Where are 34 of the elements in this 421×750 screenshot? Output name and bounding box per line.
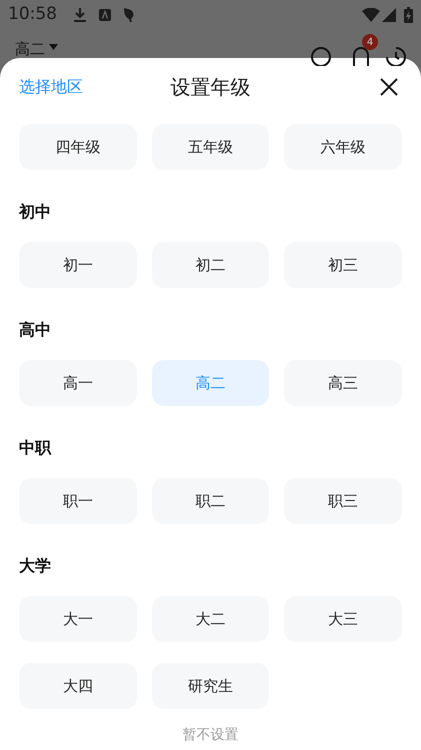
section-heading: 中职 bbox=[19, 437, 52, 459]
section-heading: 初中 bbox=[19, 201, 52, 223]
grade-option[interactable]: 六年级 bbox=[284, 124, 402, 170]
download-icon bbox=[73, 7, 87, 23]
grade-option[interactable]: 初二 bbox=[152, 242, 270, 288]
grade-option[interactable]: 大一 bbox=[19, 596, 137, 642]
sheet-title: 设置年级 bbox=[170, 74, 250, 101]
bell-icon[interactable] bbox=[352, 46, 370, 66]
signal-icon bbox=[382, 8, 396, 22]
close-icon[interactable] bbox=[380, 78, 398, 96]
grade-option[interactable]: 职二 bbox=[152, 478, 270, 524]
battery-icon bbox=[404, 7, 413, 23]
notification-badge: 4 bbox=[362, 34, 378, 50]
grade-option[interactable]: 大四 bbox=[19, 663, 137, 709]
grade-option[interactable]: 五年级 bbox=[152, 124, 270, 170]
grade-option[interactable]: 大三 bbox=[284, 596, 402, 642]
grade-option[interactable]: 四年级 bbox=[19, 124, 137, 170]
wifi-icon bbox=[362, 8, 380, 22]
search-icon[interactable] bbox=[310, 46, 332, 66]
status-time: 10:58 bbox=[8, 3, 57, 26]
grade-selector[interactable]: 高二 bbox=[15, 38, 45, 60]
grade-option[interactable]: 高三 bbox=[284, 360, 402, 406]
grade-option[interactable]: 职三 bbox=[284, 478, 402, 524]
grade-option[interactable]: 职一 bbox=[19, 478, 137, 524]
app-icon bbox=[99, 9, 111, 21]
grade-option[interactable]: 初一 bbox=[19, 242, 137, 288]
grade-option[interactable]: 高一 bbox=[19, 360, 137, 406]
section-heading: 大学 bbox=[19, 555, 52, 577]
grade-option[interactable]: 研究生 bbox=[152, 663, 270, 709]
section-heading: 高中 bbox=[19, 319, 52, 341]
grade-option[interactable]: 初三 bbox=[284, 242, 402, 288]
caret-icon bbox=[49, 44, 58, 50]
history-icon[interactable] bbox=[384, 46, 406, 66]
grade-option[interactable]: 大二 bbox=[152, 596, 270, 642]
